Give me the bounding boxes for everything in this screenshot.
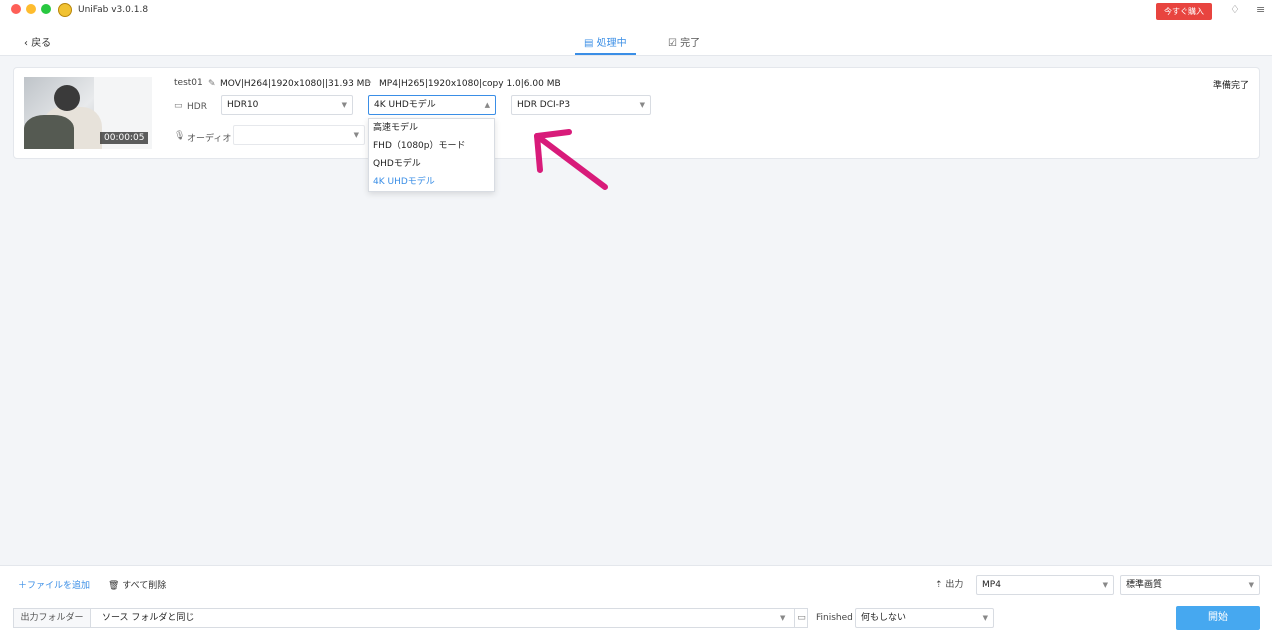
- monitor-icon: ▭: [174, 101, 183, 111]
- model-option-fhd[interactable]: FHD（1080p）モード: [369, 137, 494, 155]
- buy-now-button[interactable]: 今すぐ購入: [1156, 3, 1212, 20]
- microphone-icon: 🎙: [174, 131, 186, 141]
- plus-icon: ＋: [18, 581, 28, 591]
- task-card: 00:00:05 test01 ✎ MOV|H264|1920x1080||31…: [13, 67, 1260, 159]
- title-bar: UniFab v3.0.1.8 今すぐ購入 ♢ ≡: [0, 0, 1272, 23]
- output-folder-field[interactable]: 出力フォルダー ソース フォルダと同じ ▼ ▭: [13, 608, 808, 628]
- trash-icon: 🗑: [108, 581, 123, 591]
- model-option-fast[interactable]: 高速モデル: [369, 119, 494, 137]
- chevron-up-icon: ▲: [484, 101, 490, 109]
- minimize-window-button[interactable]: [26, 4, 36, 14]
- close-window-button[interactable]: [11, 4, 21, 14]
- app-title: UniFab v3.0.1.8: [78, 5, 149, 15]
- list-icon: ▤: [584, 38, 597, 49]
- chevron-down-icon: ▼: [341, 101, 347, 109]
- output-label: ⇡ 出力: [935, 580, 964, 590]
- model-option-4k[interactable]: 4K UHDモデル: [369, 173, 494, 191]
- output-folder-value: ソース フォルダと同じ: [102, 613, 195, 623]
- chevron-down-icon: ▼: [1248, 581, 1254, 589]
- finished-action-select[interactable]: 何もしない ▼: [855, 608, 994, 628]
- add-file-button[interactable]: ＋ファイルを追加: [18, 578, 90, 591]
- model-dropdown: 高速モデル FHD（1080p）モード QHDモデル 4K UHDモデル: [368, 118, 495, 192]
- shirt-icon[interactable]: ♢: [1230, 3, 1240, 16]
- video-thumbnail[interactable]: 00:00:05: [24, 77, 152, 149]
- menu-icon[interactable]: ≡: [1256, 3, 1265, 16]
- maximize-window-button[interactable]: [41, 4, 51, 14]
- chevron-down-icon: ▼: [982, 614, 988, 622]
- model-option-qhd[interactable]: QHDモデル: [369, 155, 494, 173]
- edit-icon[interactable]: ✎: [208, 79, 216, 89]
- tab-processing[interactable]: ▤ 処理中: [584, 34, 627, 49]
- app-logo-icon: [58, 3, 72, 17]
- tab-done[interactable]: ☑ 完了: [668, 34, 700, 49]
- nav-bar: ‹ 戻る ▤ 処理中 ☑ 完了: [0, 23, 1272, 56]
- upload-icon: ⇡: [935, 580, 946, 590]
- output-folder-label: 出力フォルダー: [14, 609, 91, 627]
- check-box-icon: ☑: [668, 38, 681, 49]
- model-select[interactable]: 4K UHDモデル ▲: [368, 95, 496, 115]
- bottom-bar: ＋ファイルを追加 🗑 すべて削除 ⇡ 出力 MP4 ▼ 標準画質 ▼ 出力フォルダー…: [0, 565, 1272, 635]
- quality-select[interactable]: 標準画質 ▼: [1120, 575, 1260, 595]
- source-info: MOV|H264|1920x1080||31.93 MB: [220, 79, 371, 89]
- status-label: 準備完了: [1212, 81, 1249, 91]
- annotation-arrow-icon: [534, 129, 608, 190]
- active-tab-indicator: [575, 53, 636, 55]
- start-button[interactable]: 開始: [1176, 606, 1260, 630]
- hdr-select[interactable]: HDR10 ▼: [221, 95, 353, 115]
- video-duration: 00:00:05: [100, 132, 149, 144]
- arrow-right-icon: →: [364, 78, 372, 88]
- folder-icon[interactable]: ▭: [794, 609, 808, 627]
- chevron-down-icon[interactable]: ▼: [780, 609, 785, 627]
- chevron-down-icon: ▼: [639, 101, 645, 109]
- hdr-label: HDR: [187, 102, 207, 112]
- finished-label: Finished: [816, 613, 853, 623]
- delete-all-button[interactable]: 🗑 すべて削除: [108, 578, 166, 591]
- chevron-down-icon: ▼: [1102, 581, 1108, 589]
- color-space-select[interactable]: HDR DCI-P3 ▼: [511, 95, 651, 115]
- output-format-select[interactable]: MP4 ▼: [976, 575, 1114, 595]
- output-info: MP4|H265|1920x1080|copy 1.0|6.00 MB: [379, 79, 561, 89]
- audio-label: オーディオ: [187, 134, 232, 144]
- file-name: test01: [174, 78, 203, 88]
- back-button[interactable]: ‹ 戻る: [24, 34, 51, 49]
- chevron-down-icon: ▼: [353, 131, 359, 139]
- audio-select[interactable]: ▼: [233, 125, 365, 145]
